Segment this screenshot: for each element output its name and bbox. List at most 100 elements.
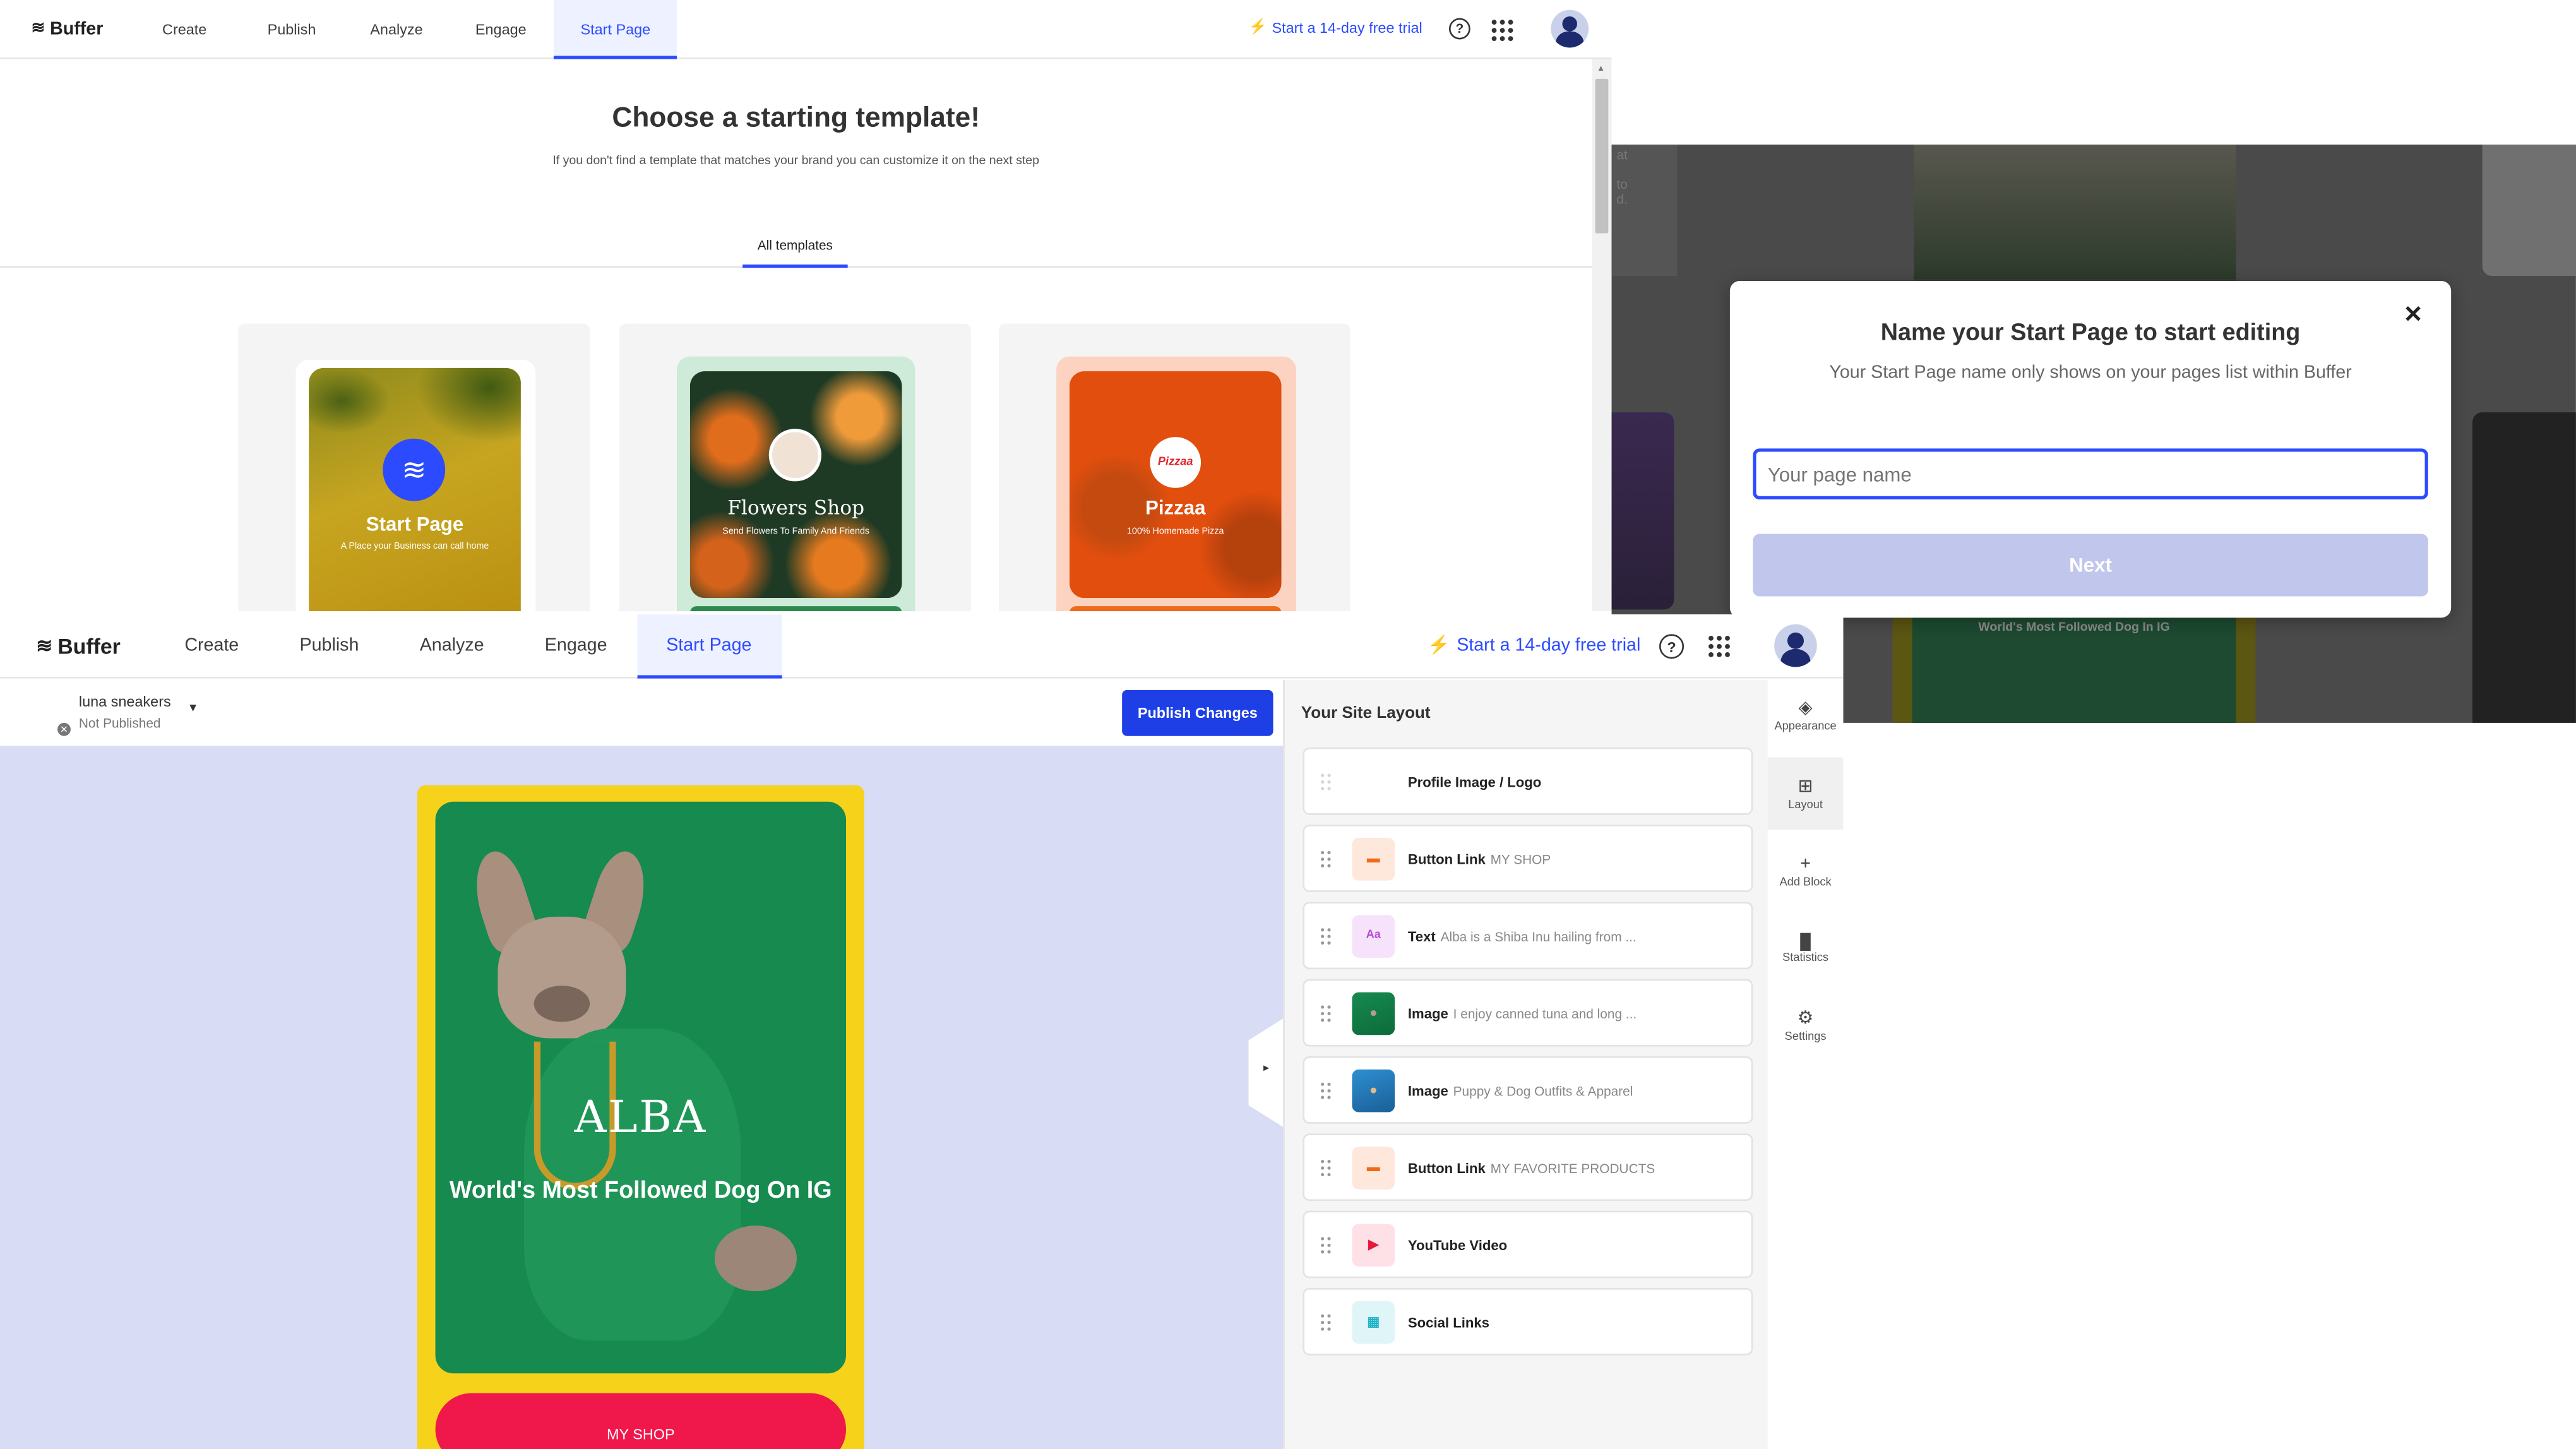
bg-template-card <box>2472 412 2576 723</box>
buffer-stack-icon: ≋ <box>36 634 53 657</box>
drag-handle-icon[interactable] <box>1321 1082 1332 1099</box>
layout-item-image[interactable]: ● Image I enjoy canned tuna and long ... <box>1303 979 1753 1047</box>
page-title: Choose a starting template! <box>612 102 980 133</box>
layout-item-label: Button Link MY FAVORITE PRODUCTS <box>1407 1159 1655 1176</box>
layout-item-label: Button Link MY SHOP <box>1407 850 1551 867</box>
bg-caption: World's Most Followed Dog In IG <box>1978 619 2170 635</box>
paint-bucket-icon: ◈ <box>1798 698 1813 719</box>
template-card-pizzaa[interactable]: Pizzaa Pizzaa 100% Homemade Pizza <box>999 323 1351 611</box>
layout-item-text[interactable]: Aa Text Alba is a Shiba Inu hailing from … <box>1303 902 1753 970</box>
layout-item-label: Text Alba is a Shiba Inu hailing from ... <box>1407 927 1637 944</box>
drag-handle-icon[interactable] <box>1321 1005 1332 1022</box>
layout-item-button-link[interactable]: ▬ Button Link MY FAVORITE PRODUCTS <box>1303 1133 1753 1202</box>
template-tagline: Send Flowers To Family And Friends <box>722 527 870 537</box>
help-icon[interactable]: ? <box>1448 18 1470 40</box>
layout-item-youtube-video[interactable]: ▶ YouTube Video <box>1303 1210 1753 1279</box>
layout-item-label: Profile Image / Logo <box>1407 773 1542 790</box>
drag-handle-icon[interactable] <box>1321 1313 1332 1330</box>
tab-start-page[interactable]: Start Page <box>636 614 782 679</box>
trial-link[interactable]: ⚡ Start a 14-day free trial <box>1249 18 1422 37</box>
layout-item-image[interactable]: ● Image Puppy & Dog Outfits & Apparel <box>1303 1056 1753 1124</box>
page-name-input[interactable] <box>1753 448 2428 500</box>
preview-phone: ALBA World's Most Followed Dog On IG MY … <box>417 785 864 1449</box>
tab-all-templates[interactable]: All templates <box>742 238 848 253</box>
tab-publish[interactable]: Publish <box>268 0 316 57</box>
template-name: Start Page <box>366 512 464 536</box>
drag-handle-icon[interactable] <box>1321 927 1332 944</box>
publish-changes-button[interactable]: Publish Changes <box>1122 689 1273 736</box>
page-name[interactable]: luna sneakers <box>79 693 171 710</box>
dialog-subtitle: Your Start Page name only shows on your … <box>1829 363 2352 383</box>
social-links-icon: ▦ <box>1352 1300 1395 1344</box>
rail-statistics[interactable]: ▐▌ Statistics <box>1768 912 1844 984</box>
leaf-decoration <box>309 367 391 434</box>
lightning-icon: ⚡ <box>1428 635 1450 656</box>
rail-appearance[interactable]: ◈ Appearance <box>1768 679 1844 751</box>
help-icon[interactable]: ? <box>1659 634 1685 659</box>
template-preview: Flowers Shop Send Flowers To Family And … <box>689 371 902 599</box>
preview-headline: World's Most Followed Dog On IG <box>449 1178 832 1205</box>
buffer-logo[interactable]: ≋ Buffer <box>31 19 103 39</box>
tab-analyze[interactable]: Analyze <box>420 614 484 677</box>
buffer-stack-icon: ≋ <box>383 438 446 501</box>
page-status: Not Published <box>78 716 161 731</box>
bar-chart-icon: ▐▌ <box>1794 932 1816 949</box>
editor-screen: ≋ Buffer Create Publish Analyze Engage S… <box>0 614 1844 1449</box>
preview-hero-image[interactable]: ALBA World's Most Followed Dog On IG <box>435 801 847 1374</box>
layout-item-label: Social Links <box>1407 1313 1489 1330</box>
avatar[interactable] <box>1774 624 1817 667</box>
profile-image <box>768 429 821 482</box>
template-preview: Pizzaa Pizzaa 100% Homemade Pizza <box>1069 371 1282 599</box>
bg-text-fragment: at to d. <box>1611 144 1678 277</box>
page-switcher-chevron-icon[interactable]: ▼ <box>188 703 199 715</box>
template-card-flowers-shop[interactable]: Flowers Shop Send Flowers To Family And … <box>619 323 971 611</box>
trial-link[interactable]: ⚡ Start a 14-day free trial <box>1428 634 1640 656</box>
tab-start-page[interactable]: Start Page <box>554 0 677 59</box>
button-link-icon: ▬ <box>1352 1145 1395 1189</box>
layout-item-profile-image[interactable]: Profile Image / Logo <box>1303 747 1753 815</box>
buffer-logo[interactable]: ≋ Buffer <box>36 633 121 658</box>
tab-engage[interactable]: Engage <box>475 0 527 57</box>
apps-grid-icon[interactable] <box>1708 635 1730 657</box>
scroll-up-icon[interactable]: ▲ <box>1597 64 1605 74</box>
tab-analyze[interactable]: Analyze <box>370 0 422 57</box>
tab-create[interactable]: Create <box>162 0 206 57</box>
template-card-start-page[interactable]: ≋ Start Page A Place your Business can c… <box>238 323 590 611</box>
drag-handle-icon[interactable] <box>1321 773 1332 790</box>
buffer-stack-icon: ≋ <box>31 20 45 38</box>
drag-handle-icon[interactable] <box>1321 1159 1332 1176</box>
layout-item-social-links[interactable]: ▦ Social Links <box>1303 1287 1753 1356</box>
image-thumb: ● <box>1352 991 1395 1034</box>
editor-side-rail: ◈ Appearance ⊞ Layout + Add Block ▐▌ Sta… <box>1767 678 1844 1449</box>
image-thumb: ● <box>1352 1068 1395 1112</box>
dog-muzzle <box>534 986 590 1022</box>
tab-publish[interactable]: Publish <box>300 614 359 677</box>
preview-shop-button[interactable]: MY SHOP <box>435 1393 847 1449</box>
template-preview: ≋ Start Page A Place your Business can c… <box>309 367 521 611</box>
scrollbar-track[interactable]: ▲ <box>1592 59 1612 611</box>
layout-item-label: Image Puppy & Dog Outfits & Apparel <box>1407 1082 1633 1099</box>
avatar[interactable] <box>1551 9 1589 48</box>
chevron-right-icon[interactable]: ▸ <box>1263 1061 1269 1074</box>
layout-icon: ⊞ <box>1798 777 1813 797</box>
tab-create[interactable]: Create <box>184 614 239 677</box>
drag-handle-icon[interactable] <box>1321 1236 1332 1253</box>
next-button[interactable]: Next <box>1753 534 2428 597</box>
template-picker-screen: ≋ Buffer Create Publish Analyze Engage S… <box>0 0 1612 611</box>
rail-settings[interactable]: ⚙ Settings <box>1768 989 1844 1061</box>
page-subtitle: If you don't find a template that matche… <box>552 152 1040 168</box>
template-tagline: 100% Homemade Pizza <box>1126 527 1224 537</box>
template-button <box>1069 606 1282 611</box>
tab-engage[interactable]: Engage <box>545 614 607 677</box>
rail-add-block[interactable]: + Add Block <box>1768 835 1844 907</box>
layout-item-button-link[interactable]: ▬ Button Link MY SHOP <box>1303 825 1753 892</box>
layout-title: Your Site Layout <box>1301 705 1431 723</box>
apps-grid-icon[interactable] <box>1491 20 1513 42</box>
tab-underline <box>742 264 848 268</box>
template-name: Flowers Shop <box>727 496 865 520</box>
template-name: Pizzaa <box>1145 496 1206 520</box>
editor-toolbar: luna sneakers ✕ Not Published ▼ Publish … <box>0 680 1284 746</box>
rail-layout[interactable]: ⊞ Layout <box>1767 757 1844 830</box>
scrollbar-thumb[interactable] <box>1595 78 1609 234</box>
drag-handle-icon[interactable] <box>1321 850 1332 867</box>
